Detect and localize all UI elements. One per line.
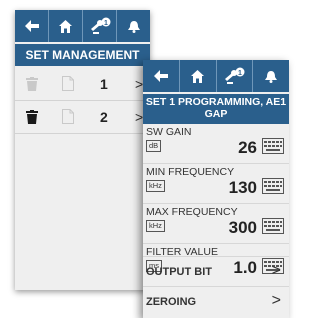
home-icon <box>59 19 72 33</box>
back-button[interactable] <box>15 10 49 42</box>
top-nav-bar: 1 <box>15 10 150 42</box>
unit-badge: kHz <box>146 180 165 192</box>
info-button[interactable] <box>253 60 289 92</box>
bell-icon <box>265 71 278 83</box>
copy-icon[interactable] <box>62 76 74 91</box>
chevron-right-icon[interactable]: > <box>135 76 143 92</box>
bell-icon <box>127 21 140 33</box>
trash-icon[interactable] <box>26 77 38 91</box>
chevron-right-icon[interactable]: > <box>135 109 143 125</box>
param-sw-gain: SW GAIN dB 26 <box>143 124 289 164</box>
page-title-line2: GAP <box>204 108 228 120</box>
param-min-frequency: MIN FREQUENCY kHz 130 <box>143 164 289 204</box>
menu-item-label: ZEROING <box>146 296 197 308</box>
top-nav-bar: 1 <box>143 60 289 92</box>
alarms-button[interactable]: 1 <box>217 60 254 92</box>
copy-icon[interactable] <box>62 109 74 124</box>
page-title: SET MANAGEMENT <box>15 44 150 66</box>
menu-item-output-bit[interactable]: OUTPUT BIT > <box>143 256 289 287</box>
arrow-left-icon <box>24 20 39 32</box>
set-number: 2 <box>100 109 108 125</box>
param-label: SW GAIN <box>146 126 192 138</box>
page-title-line1: SET 1 PROGRAMMING, AE1 <box>145 96 287 108</box>
alarms-button[interactable]: 1 <box>83 10 117 42</box>
set-number: 1 <box>100 76 108 92</box>
param-value[interactable]: 130 <box>229 178 257 198</box>
keyboard-icon[interactable] <box>262 178 284 194</box>
chevron-right-icon: > <box>271 262 281 279</box>
home-button[interactable] <box>180 60 217 92</box>
notification-badge: 1 <box>238 70 242 77</box>
wrench-tools-icon: 1 <box>90 17 110 34</box>
set-management-screen: 1 SET MANAGEMENT 1 > 2 > <box>15 10 150 290</box>
page-title: SET 1 PROGRAMMING, AE1 GAP <box>143 94 289 124</box>
chevron-right-icon: > <box>271 292 281 309</box>
notification-badge: 1 <box>104 20 108 27</box>
trash-icon[interactable] <box>26 110 38 124</box>
arrow-left-icon <box>153 70 168 82</box>
param-label: MIN FREQUENCY <box>146 166 235 178</box>
set-programming-screen: 1 SET 1 PROGRAMMING, AE1 GAP SW GAIN dB … <box>143 60 289 318</box>
set-row-1[interactable]: 1 > <box>15 68 150 101</box>
unit-badge: kHz <box>146 220 165 232</box>
param-label: MAX FREQUENCY <box>146 206 238 218</box>
keyboard-icon[interactable] <box>262 218 284 234</box>
menu-item-zeroing[interactable]: ZEROING > <box>143 286 289 317</box>
unit-badge: dB <box>146 140 162 152</box>
keyboard-icon[interactable] <box>262 138 284 154</box>
param-value[interactable]: 300 <box>229 218 257 238</box>
wrench-tools-icon: 1 <box>225 67 245 84</box>
home-button[interactable] <box>49 10 83 42</box>
param-value[interactable]: 26 <box>238 138 257 158</box>
home-icon <box>191 69 205 83</box>
back-button[interactable] <box>143 60 180 92</box>
info-button[interactable] <box>117 10 150 42</box>
menu-item-label: OUTPUT BIT <box>146 266 212 278</box>
set-row-2[interactable]: 2 > <box>15 101 150 134</box>
param-max-frequency: MAX FREQUENCY kHz 300 <box>143 204 289 244</box>
